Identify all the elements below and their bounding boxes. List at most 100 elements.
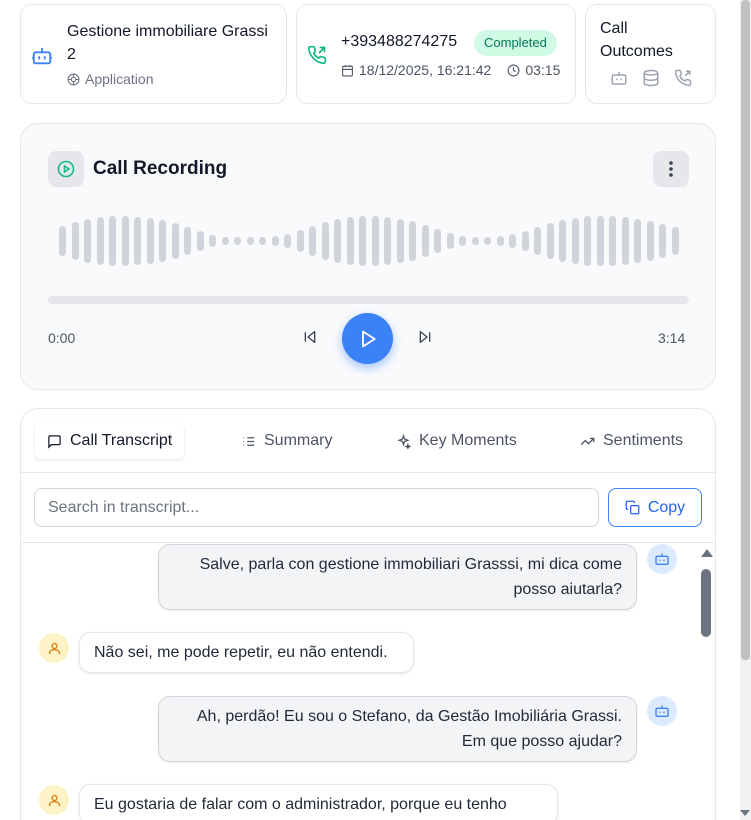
waveform-bar: [421, 225, 429, 257]
waveform-bar: [559, 220, 566, 262]
waveform-bar: [571, 218, 579, 264]
waveform-bar: [634, 219, 641, 263]
progress-track[interactable]: [48, 296, 689, 304]
transcript-scrollbar-thumb[interactable]: [701, 569, 711, 637]
bot-icon: [31, 45, 53, 67]
waveform-bar: [221, 237, 229, 245]
scroll-down-arrow[interactable]: [740, 810, 750, 816]
skip-back-icon[interactable]: [300, 327, 320, 347]
phone-outgoing-icon: [307, 45, 327, 65]
waveform-bar: [584, 216, 591, 266]
message-user: Não sei, me pode repetir, eu não entendi…: [79, 632, 414, 673]
waveform-bar: [434, 229, 441, 253]
tab-summary[interactable]: Summary: [229, 423, 344, 459]
total-time: 3:14: [658, 330, 686, 346]
waveform-bar: [84, 219, 91, 263]
tab-key-moments[interactable]: Key Moments: [384, 423, 529, 459]
more-options-icon[interactable]: [653, 151, 689, 187]
transcript-messages[interactable]: Salve, parla con gestione immobiliari Gr…: [21, 543, 715, 820]
waveform-bar: [659, 224, 666, 258]
waveform-bar: [359, 216, 366, 266]
waveform-bar: [496, 236, 504, 246]
waveform-bar: [284, 234, 291, 248]
list-icon: [241, 434, 256, 449]
waveform-bar: [396, 219, 404, 263]
skip-forward-icon[interactable]: [415, 327, 435, 347]
call-duration: 03:15: [525, 62, 561, 78]
message-square-icon: [47, 434, 62, 449]
waveform-bar: [146, 218, 154, 264]
waveform-bar: [534, 227, 541, 255]
waveform-bar: [171, 223, 179, 259]
waveform-bar: [671, 227, 679, 255]
outcome-icons: [610, 69, 692, 87]
waveform-bar: [271, 236, 279, 246]
waveform-bar: [296, 230, 304, 252]
call-outcomes-card[interactable]: Call Outcomes: [585, 4, 716, 104]
waveform-bar: [334, 219, 341, 263]
waveform-bar: [459, 236, 466, 246]
waveform-bar: [209, 235, 216, 247]
aperture-icon: [67, 73, 80, 86]
copy-button[interactable]: Copy: [608, 488, 702, 527]
waveform-bar: [159, 220, 166, 262]
waveform-bar: [321, 222, 329, 260]
play-button[interactable]: [342, 313, 393, 364]
trending-up-icon: [580, 434, 595, 449]
tab-label: Call Transcript: [70, 432, 173, 449]
recording-title: Call Recording: [93, 158, 228, 179]
waveform-bar: [109, 216, 116, 266]
waveform-bar: [196, 231, 204, 251]
page-scrollbar-thumb[interactable]: [741, 0, 750, 660]
application-type: Application: [67, 71, 154, 87]
waveform[interactable]: [59, 214, 679, 268]
tab-label: Summary: [264, 432, 333, 449]
application-type-label: Application: [85, 71, 154, 87]
waveform-bar: [484, 237, 491, 245]
waveform-bar: [521, 231, 529, 251]
waveform-bar: [71, 222, 79, 260]
waveform-bar: [184, 227, 191, 255]
tab-call-transcript[interactable]: Call Transcript: [35, 423, 185, 459]
waveform-bar: [596, 216, 604, 266]
phone-call-icon: [674, 69, 692, 87]
waveform-bar: [646, 221, 654, 261]
sparkles-icon: [396, 433, 411, 449]
waveform-bar: [471, 237, 479, 245]
status-badge: Completed: [474, 30, 557, 56]
call-outcomes-title: Call Outcomes: [600, 20, 673, 60]
user-icon: [39, 633, 69, 663]
call-info-card: +393488274275 Completed 18/12/2025, 16:2…: [296, 4, 576, 104]
waveform-bar: [96, 217, 104, 265]
waveform-bar: [234, 237, 241, 245]
transcript-toolbar: Copy: [21, 473, 715, 543]
tab-sentiments[interactable]: Sentiments: [568, 423, 695, 459]
waveform-bar: [446, 233, 454, 249]
waveform-bar: [134, 217, 141, 265]
bot-icon: [647, 544, 677, 574]
user-icon: [39, 785, 69, 815]
waveform-bar: [384, 217, 391, 265]
scroll-up-arrow[interactable]: [701, 549, 713, 557]
waveform-bar: [546, 223, 554, 259]
calendar-icon: [341, 64, 354, 77]
call-recording-card: Call Recording 0:00 3:14: [20, 123, 716, 390]
waveform-bar: [121, 216, 129, 266]
transcript-tabs: Call Transcript Summary Key Moments Sent…: [21, 409, 715, 473]
tab-label: Sentiments: [603, 432, 684, 449]
application-title: Gestione immobiliare Grassi 2: [67, 23, 268, 63]
waveform-bar: [621, 217, 629, 265]
message-user: Eu gostaria de falar com o administrador…: [79, 784, 558, 820]
waveform-bar: [371, 216, 379, 266]
call-date: 18/12/2025, 16:21:42: [359, 62, 492, 78]
tab-label: Key Moments: [419, 432, 517, 449]
message-bot: Salve, parla con gestione immobiliari Gr…: [158, 544, 637, 610]
transcript-card: Call Transcript Summary Key Moments Sent…: [20, 408, 716, 820]
waveform-bar: [509, 234, 516, 248]
transcript-search-input[interactable]: [34, 488, 599, 527]
copy-label: Copy: [647, 498, 686, 516]
bot-icon: [647, 696, 677, 726]
waveform-bar: [609, 216, 616, 266]
play-circle-icon: [48, 151, 84, 187]
clock-icon: [507, 64, 520, 77]
